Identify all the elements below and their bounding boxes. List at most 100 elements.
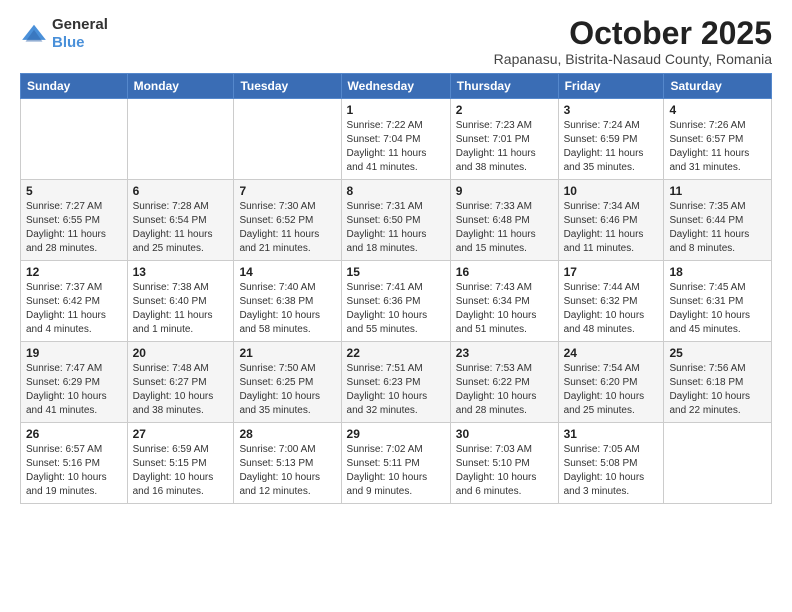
day-info: Sunrise: 7:03 AM Sunset: 5:10 PM Dayligh… xyxy=(456,443,553,499)
day-info: Sunrise: 7:44 AM Sunset: 6:32 PM Dayligh… xyxy=(564,281,659,337)
header-wednesday: Wednesday xyxy=(341,74,450,99)
header-sunday: Sunday xyxy=(21,74,128,99)
day-number: 19 xyxy=(26,346,122,360)
calendar-cell: 4Sunrise: 7:26 AM Sunset: 6:57 PM Daylig… xyxy=(664,99,772,180)
day-info: Sunrise: 7:41 AM Sunset: 6:36 PM Dayligh… xyxy=(347,281,445,337)
calendar-cell: 20 Sunrise: 7:48 AM Sunset: 6:27 PM Dayli… xyxy=(127,342,234,423)
calendar-cell: 14Sunrise: 7:40 AM Sunset: 6:38 PM Dayli… xyxy=(234,261,341,342)
day-info: Sunrise: 7:53 AM Sunset: 6:22 PM Dayligh… xyxy=(456,362,553,418)
day-info: Sunrise: 7:51 AM Sunset: 6:23 PM Dayligh… xyxy=(347,362,445,418)
day-info: Sunrise: 7:48 AM Sunset: 6:27 PM Dayligh… xyxy=(133,362,229,418)
day-info: Sunrise: 7:22 AM Sunset: 7:04 PM Dayligh… xyxy=(347,119,445,175)
calendar-cell: 27 Sunrise: 6:59 AM Sunset: 5:15 PM Dayli… xyxy=(127,423,234,504)
day-info: Sunrise: 7:43 AM Sunset: 6:34 PM Dayligh… xyxy=(456,281,553,337)
day-number: 5 xyxy=(26,184,122,198)
day-info: Sunrise: 7:30 AM Sunset: 6:52 PM Dayligh… xyxy=(239,200,335,256)
day-number: 21 xyxy=(239,346,335,360)
calendar-cell: 10Sunrise: 7:34 AM Sunset: 6:46 PM Dayli… xyxy=(558,180,664,261)
day-number: 15 xyxy=(347,265,445,279)
calendar-cell: 3 Sunrise: 7:24 AM Sunset: 6:59 PM Daylig… xyxy=(558,99,664,180)
calendar-cell: 13Sunrise: 7:38 AM Sunset: 6:40 PM Dayli… xyxy=(127,261,234,342)
day-info: Sunrise: 7:27 AM Sunset: 6:55 PM Dayligh… xyxy=(26,200,122,256)
calendar-cell: 25Sunrise: 7:56 AM Sunset: 6:18 PM Dayli… xyxy=(664,342,772,423)
day-number: 16 xyxy=(456,265,553,279)
day-info: Sunrise: 7:23 AM Sunset: 7:01 PM Dayligh… xyxy=(456,119,553,175)
day-info: Sunrise: 7:45 AM Sunset: 6:31 PM Dayligh… xyxy=(669,281,766,337)
day-number: 9 xyxy=(456,184,553,198)
calendar-week-2: 5 Sunrise: 7:27 AM Sunset: 6:55 PM Daylig… xyxy=(21,180,772,261)
day-number: 18 xyxy=(669,265,766,279)
calendar-cell: 7 Sunrise: 7:30 AM Sunset: 6:52 PM Daylig… xyxy=(234,180,341,261)
day-number: 10 xyxy=(564,184,659,198)
day-number: 28 xyxy=(239,427,335,441)
day-number: 6 xyxy=(133,184,229,198)
calendar-cell: 21 Sunrise: 7:50 AM Sunset: 6:25 PM Dayli… xyxy=(234,342,341,423)
calendar-cell: 31Sunrise: 7:05 AM Sunset: 5:08 PM Dayli… xyxy=(558,423,664,504)
day-info: Sunrise: 7:56 AM Sunset: 6:18 PM Dayligh… xyxy=(669,362,766,418)
header-saturday: Saturday xyxy=(664,74,772,99)
day-info: Sunrise: 7:00 AM Sunset: 5:13 PM Dayligh… xyxy=(239,443,335,499)
header-friday: Friday xyxy=(558,74,664,99)
day-info: Sunrise: 7:28 AM Sunset: 6:54 PM Dayligh… xyxy=(133,200,229,256)
day-info: Sunrise: 7:47 AM Sunset: 6:29 PM Dayligh… xyxy=(26,362,122,418)
calendar-week-3: 12 Sunrise: 7:37 AM Sunset: 6:42 PM Dayli… xyxy=(21,261,772,342)
day-info: Sunrise: 7:33 AM Sunset: 6:48 PM Dayligh… xyxy=(456,200,553,256)
day-number: 2 xyxy=(456,103,553,117)
day-number: 26 xyxy=(26,427,122,441)
calendar-cell xyxy=(664,423,772,504)
day-number: 3 xyxy=(564,103,659,117)
calendar-cell: 29 Sunrise: 7:02 AM Sunset: 5:11 PM Dayli… xyxy=(341,423,450,504)
calendar-cell: 2 Sunrise: 7:23 AM Sunset: 7:01 PM Daylig… xyxy=(450,99,558,180)
day-info: Sunrise: 7:02 AM Sunset: 5:11 PM Dayligh… xyxy=(347,443,445,499)
day-number: 22 xyxy=(347,346,445,360)
day-info: Sunrise: 7:54 AM Sunset: 6:20 PM Dayligh… xyxy=(564,362,659,418)
logo-text: General Blue xyxy=(52,16,108,52)
day-info: Sunrise: 7:50 AM Sunset: 6:25 PM Dayligh… xyxy=(239,362,335,418)
calendar-cell: 9 Sunrise: 7:33 AM Sunset: 6:48 PM Daylig… xyxy=(450,180,558,261)
day-number: 13 xyxy=(133,265,229,279)
day-number: 31 xyxy=(564,427,659,441)
calendar-cell: 16 Sunrise: 7:43 AM Sunset: 6:34 PM Dayli… xyxy=(450,261,558,342)
day-number: 27 xyxy=(133,427,229,441)
calendar-header: Sunday Monday Tuesday Wednesday Thursday… xyxy=(21,74,772,99)
month-title: October 2025 xyxy=(494,16,772,51)
calendar-cell: 8 Sunrise: 7:31 AM Sunset: 6:50 PM Daylig… xyxy=(341,180,450,261)
day-number: 24 xyxy=(564,346,659,360)
logo: General Blue xyxy=(20,16,108,52)
calendar-cell: 12 Sunrise: 7:37 AM Sunset: 6:42 PM Dayli… xyxy=(21,261,128,342)
calendar-cell: 30Sunrise: 7:03 AM Sunset: 5:10 PM Dayli… xyxy=(450,423,558,504)
day-info: Sunrise: 7:37 AM Sunset: 6:42 PM Dayligh… xyxy=(26,281,122,337)
calendar-cell xyxy=(21,99,128,180)
day-number: 7 xyxy=(239,184,335,198)
day-number: 23 xyxy=(456,346,553,360)
calendar-cell: 6 Sunrise: 7:28 AM Sunset: 6:54 PM Daylig… xyxy=(127,180,234,261)
calendar-cell xyxy=(234,99,341,180)
logo-icon xyxy=(20,23,48,45)
calendar-cell: 18 Sunrise: 7:45 AM Sunset: 6:31 PM Dayli… xyxy=(664,261,772,342)
day-number: 12 xyxy=(26,265,122,279)
header-row: Sunday Monday Tuesday Wednesday Thursday… xyxy=(21,74,772,99)
day-info: Sunrise: 6:59 AM Sunset: 5:15 PM Dayligh… xyxy=(133,443,229,499)
day-info: Sunrise: 7:31 AM Sunset: 6:50 PM Dayligh… xyxy=(347,200,445,256)
calendar-cell: 11Sunrise: 7:35 AM Sunset: 6:44 PM Dayli… xyxy=(664,180,772,261)
calendar-cell: 17Sunrise: 7:44 AM Sunset: 6:32 PM Dayli… xyxy=(558,261,664,342)
calendar-cell: 19 Sunrise: 7:47 AM Sunset: 6:29 PM Dayli… xyxy=(21,342,128,423)
day-number: 14 xyxy=(239,265,335,279)
calendar-week-1: 1Sunrise: 7:22 AM Sunset: 7:04 PM Daylig… xyxy=(21,99,772,180)
day-number: 20 xyxy=(133,346,229,360)
day-number: 8 xyxy=(347,184,445,198)
header-tuesday: Tuesday xyxy=(234,74,341,99)
calendar-body: 1Sunrise: 7:22 AM Sunset: 7:04 PM Daylig… xyxy=(21,99,772,504)
header-thursday: Thursday xyxy=(450,74,558,99)
calendar-cell: 23 Sunrise: 7:53 AM Sunset: 6:22 PM Dayli… xyxy=(450,342,558,423)
calendar-cell: 24 Sunrise: 7:54 AM Sunset: 6:20 PM Dayli… xyxy=(558,342,664,423)
day-info: Sunrise: 7:24 AM Sunset: 6:59 PM Dayligh… xyxy=(564,119,659,175)
header: General Blue October 2025 Rapanasu, Bist… xyxy=(20,16,772,67)
calendar-cell: 1Sunrise: 7:22 AM Sunset: 7:04 PM Daylig… xyxy=(341,99,450,180)
day-info: Sunrise: 7:35 AM Sunset: 6:44 PM Dayligh… xyxy=(669,200,766,256)
header-monday: Monday xyxy=(127,74,234,99)
day-info: Sunrise: 6:57 AM Sunset: 5:16 PM Dayligh… xyxy=(26,443,122,499)
day-number: 29 xyxy=(347,427,445,441)
calendar-week-5: 26 Sunrise: 6:57 AM Sunset: 5:16 PM Dayli… xyxy=(21,423,772,504)
calendar-cell xyxy=(127,99,234,180)
